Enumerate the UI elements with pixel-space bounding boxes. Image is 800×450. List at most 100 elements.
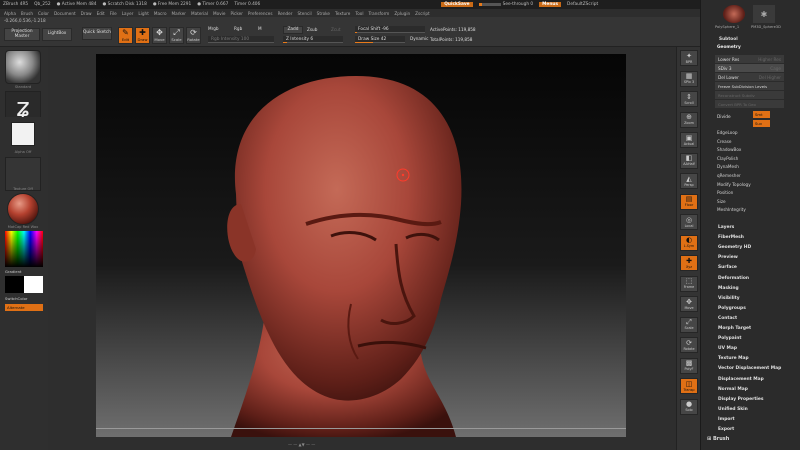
- alpha-off-thumb[interactable]: [11, 122, 35, 146]
- del-lower-button[interactable]: Del Lower Del Higher: [715, 73, 784, 81]
- menu-stroke[interactable]: Stroke: [317, 11, 330, 16]
- rgb-intensity-slider[interactable]: Rgb Intensity 100: [208, 36, 274, 43]
- menu-document[interactable]: Document: [54, 11, 76, 16]
- scale-tool-button[interactable]: ⤢ Scale: [169, 27, 184, 44]
- brush-standard-thumb[interactable]: [5, 50, 41, 84]
- palette-preview[interactable]: Preview: [718, 255, 738, 260]
- smt-toggle[interactable]: Smt: [753, 111, 770, 118]
- menus-button[interactable]: Menus: [539, 2, 562, 7]
- geometry-qremesher[interactable]: qRemesher: [717, 173, 741, 178]
- convert-bpr-button[interactable]: Convert BPR To Geo: [715, 100, 784, 108]
- divide-button[interactable]: Divide: [717, 115, 731, 120]
- quicksave-button[interactable]: QuickSave: [441, 2, 473, 7]
- lower-res-button[interactable]: Lower Res Higher Res: [715, 55, 784, 63]
- palette-layers[interactable]: Layers: [718, 225, 734, 230]
- mrgb-button[interactable]: Mrgb: [208, 26, 219, 31]
- menu-zscript[interactable]: Zscript: [415, 11, 430, 16]
- menu-texture[interactable]: Texture: [335, 11, 350, 16]
- dock-solo-button[interactable]: ● Solo: [680, 398, 698, 415]
- z-intensity-slider[interactable]: Z Intensity 6: [283, 36, 343, 43]
- dock-scroll-button[interactable]: ⇕ Scroll: [680, 91, 698, 107]
- menu-file[interactable]: File: [110, 11, 117, 16]
- move-tool-button[interactable]: ✥ Move: [152, 27, 167, 44]
- menu-material[interactable]: Material: [191, 11, 208, 16]
- geometry-size[interactable]: Size: [717, 199, 726, 204]
- dock-rotate-button[interactable]: ⟳ Rotate: [680, 337, 698, 353]
- rgb-button[interactable]: Rgb: [234, 26, 242, 31]
- palette-morph-target[interactable]: Morph Target: [718, 326, 751, 331]
- dock-move-button[interactable]: ✥ Move: [680, 296, 698, 312]
- dock-bpr-button[interactable]: ✦ BPR: [680, 50, 698, 66]
- palette-polypaint[interactable]: Polypaint: [718, 336, 741, 341]
- brush-palette-header[interactable]: ⊞ Brush: [707, 436, 729, 442]
- geometry-meshintegrity[interactable]: MeshIntegrity: [717, 207, 746, 212]
- dock-local-button[interactable]: ◎ Local: [680, 214, 698, 230]
- palette-export[interactable]: Export: [718, 427, 734, 432]
- geometry-crease[interactable]: Crease: [717, 139, 731, 144]
- palette-normal-map[interactable]: Normal Map: [718, 387, 748, 392]
- menu-tool[interactable]: Tool: [355, 11, 363, 16]
- dock-l-sym-button[interactable]: ◐ L.Sym: [680, 234, 698, 251]
- dock-transp-button[interactable]: ◫ Transp: [680, 378, 698, 394]
- canvas-nav-handle[interactable]: — — ▲▼ — —: [288, 442, 315, 447]
- subtool-thumb-2[interactable]: ✱: [753, 5, 775, 23]
- rotate-tool-button[interactable]: ⟳ Rotate: [186, 27, 201, 44]
- menu-macro[interactable]: Macro: [154, 11, 167, 16]
- zcut-button[interactable]: Zcut: [331, 27, 340, 32]
- dock-xyz-button[interactable]: ✚ Xyz: [680, 255, 698, 271]
- primary-color-swatch[interactable]: [5, 276, 24, 293]
- palette-import[interactable]: Import: [718, 417, 735, 422]
- lightbox-button[interactable]: LightBox: [42, 28, 72, 41]
- geometry-header[interactable]: Geometry: [717, 45, 741, 50]
- geometry-modify-topology[interactable]: Modify Topology: [717, 182, 751, 187]
- subtool-header[interactable]: Subtool: [719, 37, 738, 42]
- palette-texture-map[interactable]: Texture Map: [718, 356, 749, 361]
- palette-visibility[interactable]: Visibility: [718, 296, 740, 301]
- focal-shift-slider[interactable]: Focal Shift -96: [355, 26, 425, 33]
- palette-masking[interactable]: Masking: [718, 286, 739, 291]
- gradient-label[interactable]: Gradient: [5, 269, 22, 274]
- palette-unified-skin[interactable]: Unified Skin: [718, 407, 748, 412]
- sdiv-slider[interactable]: SDiv 3 Cage: [715, 64, 784, 72]
- menu-movie[interactable]: Movie: [213, 11, 225, 16]
- texture-off-thumb[interactable]: [5, 157, 41, 191]
- script-name[interactable]: DefaultZScript: [567, 2, 598, 7]
- menu-draw[interactable]: Draw: [81, 11, 92, 16]
- projection-master-button[interactable]: Projection Master: [4, 28, 40, 41]
- freeze-subdiv-button[interactable]: Freeze SubDivision Levels: [715, 82, 784, 90]
- menu-preferences[interactable]: Preferences: [248, 11, 273, 16]
- menu-brush[interactable]: Brush: [21, 11, 33, 16]
- secondary-color-swatch[interactable]: [24, 276, 43, 293]
- draw-size-slider[interactable]: Draw Size 42: [355, 36, 405, 43]
- menu-edit[interactable]: Edit: [97, 11, 105, 16]
- suv-toggle[interactable]: Suv: [753, 120, 770, 127]
- geometry-dynamesh[interactable]: DynaMesh: [717, 164, 739, 169]
- menu-transform[interactable]: Transform: [368, 11, 389, 16]
- del-higher-label[interactable]: Del Higher: [759, 75, 784, 80]
- palette-geometry-hd[interactable]: Geometry HD: [718, 245, 751, 250]
- seethrough-slider[interactable]: See-through 0: [478, 2, 533, 7]
- alternate-button[interactable]: Alternate: [5, 304, 43, 311]
- menu-zplugin[interactable]: Zplugin: [394, 11, 410, 16]
- subtool-thumb-1[interactable]: [723, 5, 745, 23]
- palette-polygroups[interactable]: Polygroups: [718, 306, 746, 311]
- dock-spix-3-button[interactable]: ▦ SPix 3: [680, 70, 698, 87]
- palette-uv-map[interactable]: UV Map: [718, 346, 737, 351]
- draw-tool-button[interactable]: ✚ Draw: [135, 27, 150, 44]
- color-picker[interactable]: [5, 231, 43, 267]
- menu-color[interactable]: Color: [38, 11, 49, 16]
- menu-picker[interactable]: Picker: [230, 11, 242, 16]
- higher-res-label[interactable]: Higher Res: [758, 57, 784, 62]
- geometry-shadowbox[interactable]: ShadowBox: [717, 147, 741, 152]
- menu-render[interactable]: Render: [278, 11, 293, 16]
- geometry-position[interactable]: Position: [717, 190, 733, 195]
- reconstruct-subdiv-button[interactable]: Reconstruct Subdiv: [715, 91, 784, 99]
- menu-light[interactable]: Light: [138, 11, 148, 16]
- palette-deformation[interactable]: Deformation: [718, 276, 749, 281]
- zsub-button[interactable]: Zsub: [307, 27, 317, 32]
- menu-layer[interactable]: Layer: [122, 11, 134, 16]
- palette-contact[interactable]: Contact: [718, 316, 737, 321]
- menu-stencil[interactable]: Stencil: [297, 11, 311, 16]
- palette-fibermesh[interactable]: FiberMesh: [718, 235, 744, 240]
- material-thumb[interactable]: [7, 193, 39, 225]
